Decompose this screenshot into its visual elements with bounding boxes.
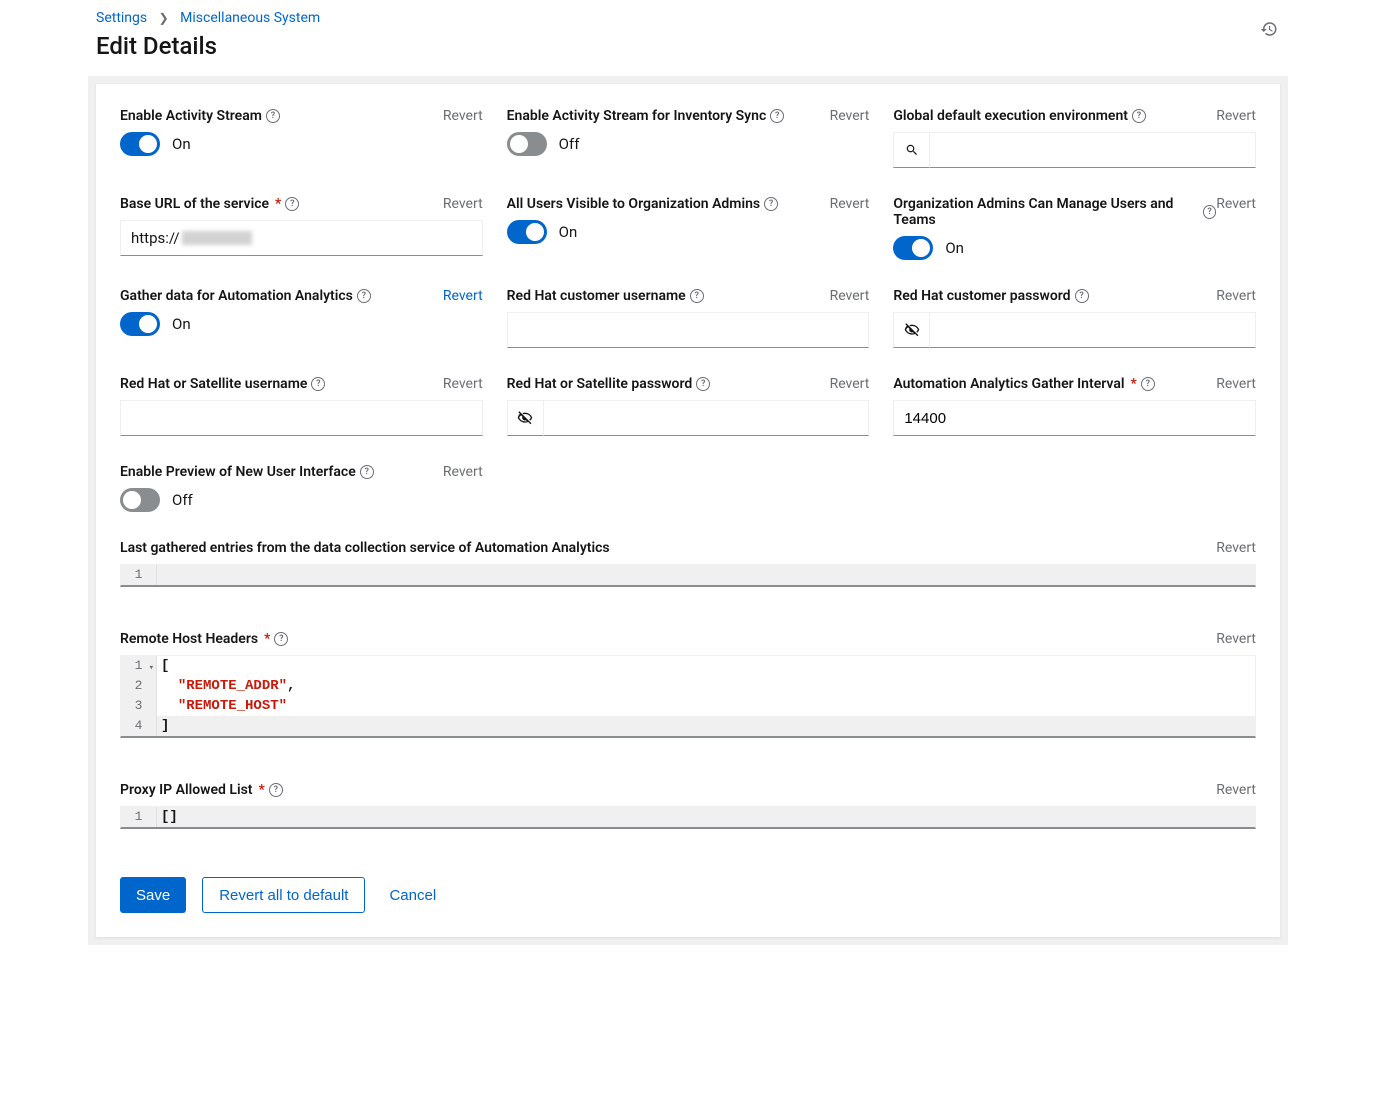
help-icon[interactable]: ? [357, 289, 371, 303]
revert-gather[interactable]: Revert [443, 288, 483, 304]
chevron-right-icon: ❯ [159, 11, 169, 25]
help-icon[interactable]: ? [1132, 109, 1146, 123]
label-org-admins: Organization Admins Can Manage Users and… [893, 196, 1199, 228]
redacted-text [182, 231, 252, 245]
help-icon[interactable]: ? [274, 632, 288, 646]
revert-sat-pass[interactable]: Revert [830, 376, 870, 392]
toggle-gather[interactable] [120, 312, 160, 336]
help-icon[interactable]: ? [1141, 377, 1155, 391]
label-rh-user: Red Hat customer username [507, 288, 686, 304]
field-proxy: Proxy IP Allowed List* ? Revert 1[] [120, 782, 1256, 829]
field-base-url: Base URL of the service* ? Revert https:… [120, 196, 483, 260]
field-preview: Enable Preview of New User Interface ? R… [120, 464, 483, 512]
field-activity-stream-inv: Enable Activity Stream for Inventory Syn… [507, 108, 870, 168]
revert-activity-stream-inv[interactable]: Revert [830, 108, 870, 124]
revert-base-url[interactable]: Revert [443, 196, 483, 212]
help-icon[interactable]: ? [269, 783, 283, 797]
input-rh-pass[interactable] [929, 312, 1256, 348]
toggle-value: On [559, 223, 578, 241]
field-all-users: All Users Visible to Organization Admins… [507, 196, 870, 260]
field-global-exec: Global default execution environment ? R… [893, 108, 1256, 168]
revert-rh-user[interactable]: Revert [830, 288, 870, 304]
edit-form-card: Enable Activity Stream ? Revert On Enabl… [96, 84, 1280, 937]
help-icon[interactable]: ? [696, 377, 710, 391]
label-remote-host: Remote Host Headers [120, 631, 258, 647]
help-icon[interactable]: ? [285, 197, 299, 211]
field-remote-host: Remote Host Headers* ? Revert 1▾[ 2 "REM… [120, 631, 1256, 738]
breadcrumb-settings[interactable]: Settings [96, 10, 147, 26]
revert-org-admins[interactable]: Revert [1216, 196, 1256, 212]
label-proxy: Proxy IP Allowed List [120, 782, 253, 798]
help-icon[interactable]: ? [360, 465, 374, 479]
revert-remote-host[interactable]: Revert [1216, 631, 1256, 647]
revert-sat-user[interactable]: Revert [443, 376, 483, 392]
revert-activity-stream[interactable]: Revert [443, 108, 483, 124]
toggle-all-users[interactable] [507, 220, 547, 244]
label-interval: Automation Analytics Gather Interval [893, 376, 1124, 392]
input-sat-user[interactable] [120, 400, 483, 436]
help-icon[interactable]: ? [1075, 289, 1089, 303]
input-sat-pass[interactable] [543, 400, 870, 436]
label-all-users: All Users Visible to Organization Admins [507, 196, 760, 212]
search-icon[interactable] [893, 132, 929, 168]
eye-slash-icon[interactable] [507, 400, 543, 436]
help-icon[interactable]: ? [764, 197, 778, 211]
label-activity-stream-inv: Enable Activity Stream for Inventory Syn… [507, 108, 767, 124]
code-remote-host[interactable]: 1▾[ 2 "REMOTE_ADDR", 3 "REMOTE_HOST" 4] [120, 655, 1256, 738]
input-base-url[interactable]: https:// [120, 220, 483, 256]
field-rh-pass: Red Hat customer password ? Revert [893, 288, 1256, 348]
input-global-exec[interactable] [929, 132, 1256, 168]
help-icon[interactable]: ? [770, 109, 784, 123]
field-rh-user: Red Hat customer username ? Revert [507, 288, 870, 348]
label-last-gathered: Last gathered entries from the data coll… [120, 540, 610, 556]
toggle-value: Off [172, 491, 193, 509]
label-sat-user: Red Hat or Satellite username [120, 376, 307, 392]
toggle-value: Off [559, 135, 580, 153]
field-sat-pass: Red Hat or Satellite password ? Revert [507, 376, 870, 436]
field-org-admins: Organization Admins Can Manage Users and… [893, 196, 1256, 260]
label-sat-pass: Red Hat or Satellite password [507, 376, 693, 392]
input-rh-user[interactable] [507, 312, 870, 348]
label-gather: Gather data for Automation Analytics [120, 288, 353, 304]
breadcrumb: Settings ❯ Miscellaneous System [96, 10, 1280, 26]
toggle-org-admins[interactable] [893, 236, 933, 260]
revert-preview[interactable]: Revert [443, 464, 483, 480]
toggle-activity-stream-inv[interactable] [507, 132, 547, 156]
input-interval[interactable] [893, 400, 1256, 436]
field-interval: Automation Analytics Gather Interval* ? … [893, 376, 1256, 436]
page-title: Edit Details [96, 32, 1280, 60]
revert-rh-pass[interactable]: Revert [1216, 288, 1256, 304]
revert-all-users[interactable]: Revert [830, 196, 870, 212]
field-last-gathered: Last gathered entries from the data coll… [120, 540, 1256, 587]
toggle-activity-stream[interactable] [120, 132, 160, 156]
toggle-value: On [172, 315, 191, 333]
revert-last-gathered[interactable]: Revert [1216, 540, 1256, 556]
eye-slash-icon[interactable] [893, 312, 929, 348]
field-activity-stream: Enable Activity Stream ? Revert On [120, 108, 483, 168]
label-rh-pass: Red Hat customer password [893, 288, 1070, 304]
revert-global-exec[interactable]: Revert [1216, 108, 1256, 124]
code-last-gathered[interactable]: 1 [120, 564, 1256, 587]
label-activity-stream: Enable Activity Stream [120, 108, 262, 124]
field-gather: Gather data for Automation Analytics ? R… [120, 288, 483, 348]
save-button[interactable]: Save [120, 877, 186, 913]
label-global-exec: Global default execution environment [893, 108, 1128, 124]
revert-proxy[interactable]: Revert [1216, 782, 1256, 798]
history-icon[interactable] [1260, 20, 1278, 38]
label-preview: Enable Preview of New User Interface [120, 464, 356, 480]
label-base-url: Base URL of the service [120, 196, 269, 212]
help-icon[interactable]: ? [1203, 205, 1216, 219]
help-icon[interactable]: ? [690, 289, 704, 303]
help-icon[interactable]: ? [266, 109, 280, 123]
revert-all-button[interactable]: Revert all to default [202, 877, 365, 913]
revert-interval[interactable]: Revert [1216, 376, 1256, 392]
field-sat-user: Red Hat or Satellite username ? Revert [120, 376, 483, 436]
cancel-button[interactable]: Cancel [381, 877, 444, 913]
help-icon[interactable]: ? [311, 377, 325, 391]
toggle-preview[interactable] [120, 488, 160, 512]
toggle-value: On [172, 135, 191, 153]
toggle-value: On [945, 239, 964, 257]
code-proxy[interactable]: 1[] [120, 806, 1256, 829]
breadcrumb-misc-system[interactable]: Miscellaneous System [180, 10, 320, 26]
